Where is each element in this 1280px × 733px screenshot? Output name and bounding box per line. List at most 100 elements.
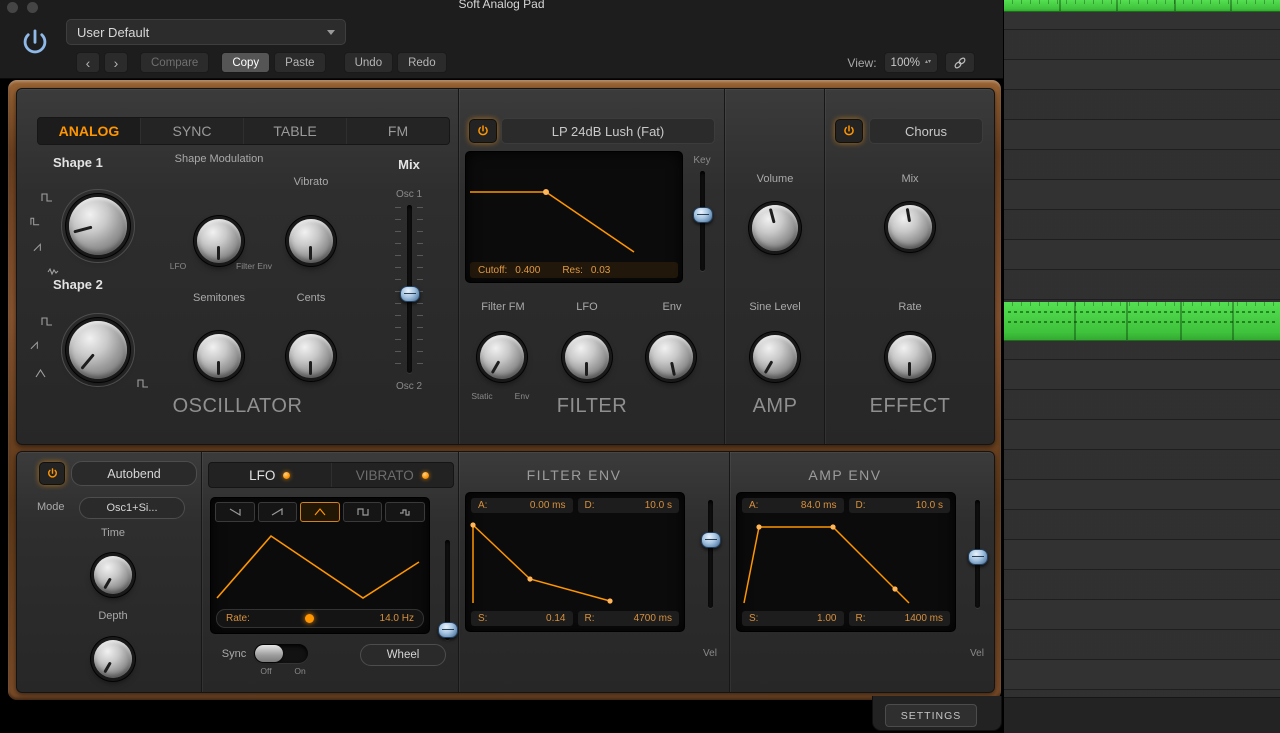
lfo-tab-label: LFO (249, 467, 276, 483)
sustain-field[interactable]: S: 1.00 (742, 611, 844, 626)
wave-random-button[interactable] (385, 502, 425, 522)
vel-slider-handle[interactable] (701, 532, 721, 549)
retro-synth-frame: ANALOG SYNC TABLE FM Shape 1 Shape 2 Sha… (8, 80, 1001, 700)
osc-mix-slider[interactable] (395, 205, 423, 373)
vel-slider-handle[interactable] (968, 548, 988, 565)
release-field[interactable]: R: 1400 ms (848, 611, 950, 626)
lfo-wave-selector (215, 502, 425, 522)
depth-label: Depth (98, 610, 128, 622)
wave-triangle-button[interactable] (300, 502, 340, 522)
stepper-arrows-icon[interactable]: ▴▾ (925, 59, 931, 65)
release-field[interactable]: R: 4700 ms (577, 611, 679, 626)
noise-wave-icon (47, 267, 59, 276)
wave-saw-up-button[interactable] (257, 502, 298, 522)
lfo-display[interactable]: Rate: 14.0 Hz (210, 497, 430, 634)
preset-dropdown[interactable]: User Default (66, 19, 346, 45)
shape2-knob[interactable] (61, 313, 135, 387)
shape2-label: Shape 2 (53, 277, 103, 292)
wave-square-button[interactable] (342, 502, 383, 522)
sync-toggle[interactable] (254, 644, 308, 663)
filter-lfo-knob[interactable] (565, 335, 609, 379)
filter-display[interactable]: Cutoff: 0.400 Res: 0.03 (465, 151, 683, 283)
piano-roll-background[interactable] (1004, 0, 1280, 733)
depth-knob[interactable] (94, 640, 132, 678)
paste-button[interactable]: Paste (274, 52, 326, 73)
autobend-power-button[interactable] (39, 462, 65, 485)
narrow-pulse-wave-icon (30, 217, 40, 226)
sync-toggle-handle[interactable] (255, 645, 283, 662)
shape1-knob[interactable] (61, 189, 135, 263)
key-slider[interactable] (693, 171, 713, 271)
wheel-label: Wheel (386, 649, 420, 661)
note-velocity-dashes (1008, 321, 1276, 323)
tab-table[interactable]: TABLE (244, 118, 347, 144)
lfo-section: LFO VIBRATO Rate: 14.0 Hz Sync Off On Wh… (201, 452, 459, 692)
filter-env-display[interactable]: A: 0.00 ms D: 10.0 s S: 0.14 R: 4700 ms (465, 492, 685, 632)
amp-env-display[interactable]: A: 84.0 ms D: 10.0 s S: 1.00 R: 1400 ms (736, 492, 956, 632)
decay-field[interactable]: D: 10.0 s (577, 498, 679, 513)
rate-slider-handle[interactable] (305, 614, 315, 623)
wave-saw-down-button[interactable] (215, 502, 255, 522)
decay-field[interactable]: D: 10.0 s (848, 498, 950, 513)
key-slider-handle[interactable] (693, 207, 713, 223)
time-knob[interactable] (94, 556, 132, 594)
effect-mix-knob[interactable] (888, 205, 932, 249)
cutoff-value[interactable]: 0.400 (515, 265, 540, 276)
filter-fm-knob[interactable] (480, 335, 524, 379)
midi-note[interactable] (1004, 302, 1280, 341)
lfo-amount-slider[interactable] (438, 540, 458, 640)
tab-analog[interactable]: ANALOG (38, 118, 141, 144)
cutoff-label: Cutoff: (478, 264, 508, 276)
shape-mod-knob[interactable] (197, 219, 241, 263)
copy-button[interactable]: Copy (221, 52, 271, 73)
wheel-button[interactable]: Wheel (360, 644, 446, 666)
midi-note[interactable] (1004, 0, 1280, 12)
tab-sync[interactable]: SYNC (141, 118, 244, 144)
tab-fm[interactable]: FM (347, 118, 449, 144)
effect-rate-label: Rate (898, 301, 922, 313)
lfo-rate-slider[interactable]: Rate: 14.0 Hz (216, 609, 424, 628)
redo-button[interactable]: Redo (397, 52, 447, 73)
filter-env-vel-label: Vel (703, 648, 717, 659)
filter-env-title: FILTER ENV (526, 467, 622, 483)
mix-slider-handle[interactable] (400, 285, 420, 302)
volume-knob[interactable] (752, 205, 798, 251)
amp-env-vel-slider[interactable] (968, 500, 988, 608)
effect-type-dropdown[interactable]: Chorus (869, 118, 983, 144)
link-button[interactable] (945, 52, 975, 73)
filter-type-dropdown[interactable]: LP 24dB Lush (Fat) (501, 118, 715, 144)
plugin-power-button[interactable] (18, 26, 52, 60)
autobend-button[interactable]: Autobend (71, 461, 197, 486)
shape-mod-label: Shape Modulation (174, 153, 264, 165)
undo-button[interactable]: Undo (343, 52, 394, 73)
res-value[interactable]: 0.03 (591, 265, 610, 276)
next-preset-button[interactable]: › (104, 52, 128, 73)
effect-title: EFFECT (869, 395, 951, 417)
cents-knob[interactable] (289, 334, 333, 378)
compare-button[interactable]: Compare (140, 52, 210, 73)
zoom-stepper[interactable]: 100% ▴▾ (883, 52, 938, 73)
mode-dropdown[interactable]: Osc1+Si... (79, 497, 185, 519)
power-icon (478, 125, 488, 136)
attack-field[interactable]: A: 84.0 ms (742, 498, 844, 513)
filter-env-vel-slider[interactable] (701, 500, 721, 608)
effect-power-button[interactable] (835, 119, 863, 143)
filter-power-button[interactable] (469, 119, 497, 143)
sustain-field[interactable]: S: 0.14 (471, 611, 573, 626)
lfo-waveform (216, 534, 420, 599)
lfo-slider-handle[interactable] (438, 622, 458, 638)
oscillator-tab-bar: ANALOG SYNC TABLE FM (37, 117, 450, 145)
attack-field[interactable]: A: 0.00 ms (471, 498, 573, 513)
prev-preset-button[interactable]: ‹ (76, 52, 100, 73)
effect-rate-knob[interactable] (888, 335, 932, 379)
settings-button[interactable]: SETTINGS (885, 704, 977, 727)
tab-vibrato[interactable]: VIBRATO (332, 463, 454, 487)
shape1-label: Shape 1 (53, 155, 103, 170)
sine-level-knob[interactable] (753, 335, 797, 379)
filter-env-knob[interactable] (649, 335, 693, 379)
semitones-knob[interactable] (197, 334, 241, 378)
key-label: Key (693, 155, 711, 166)
effect-section: Chorus Mix Rate EFFECT (824, 89, 995, 444)
tab-lfo[interactable]: LFO (209, 463, 332, 487)
vibrato-knob[interactable] (289, 219, 333, 263)
